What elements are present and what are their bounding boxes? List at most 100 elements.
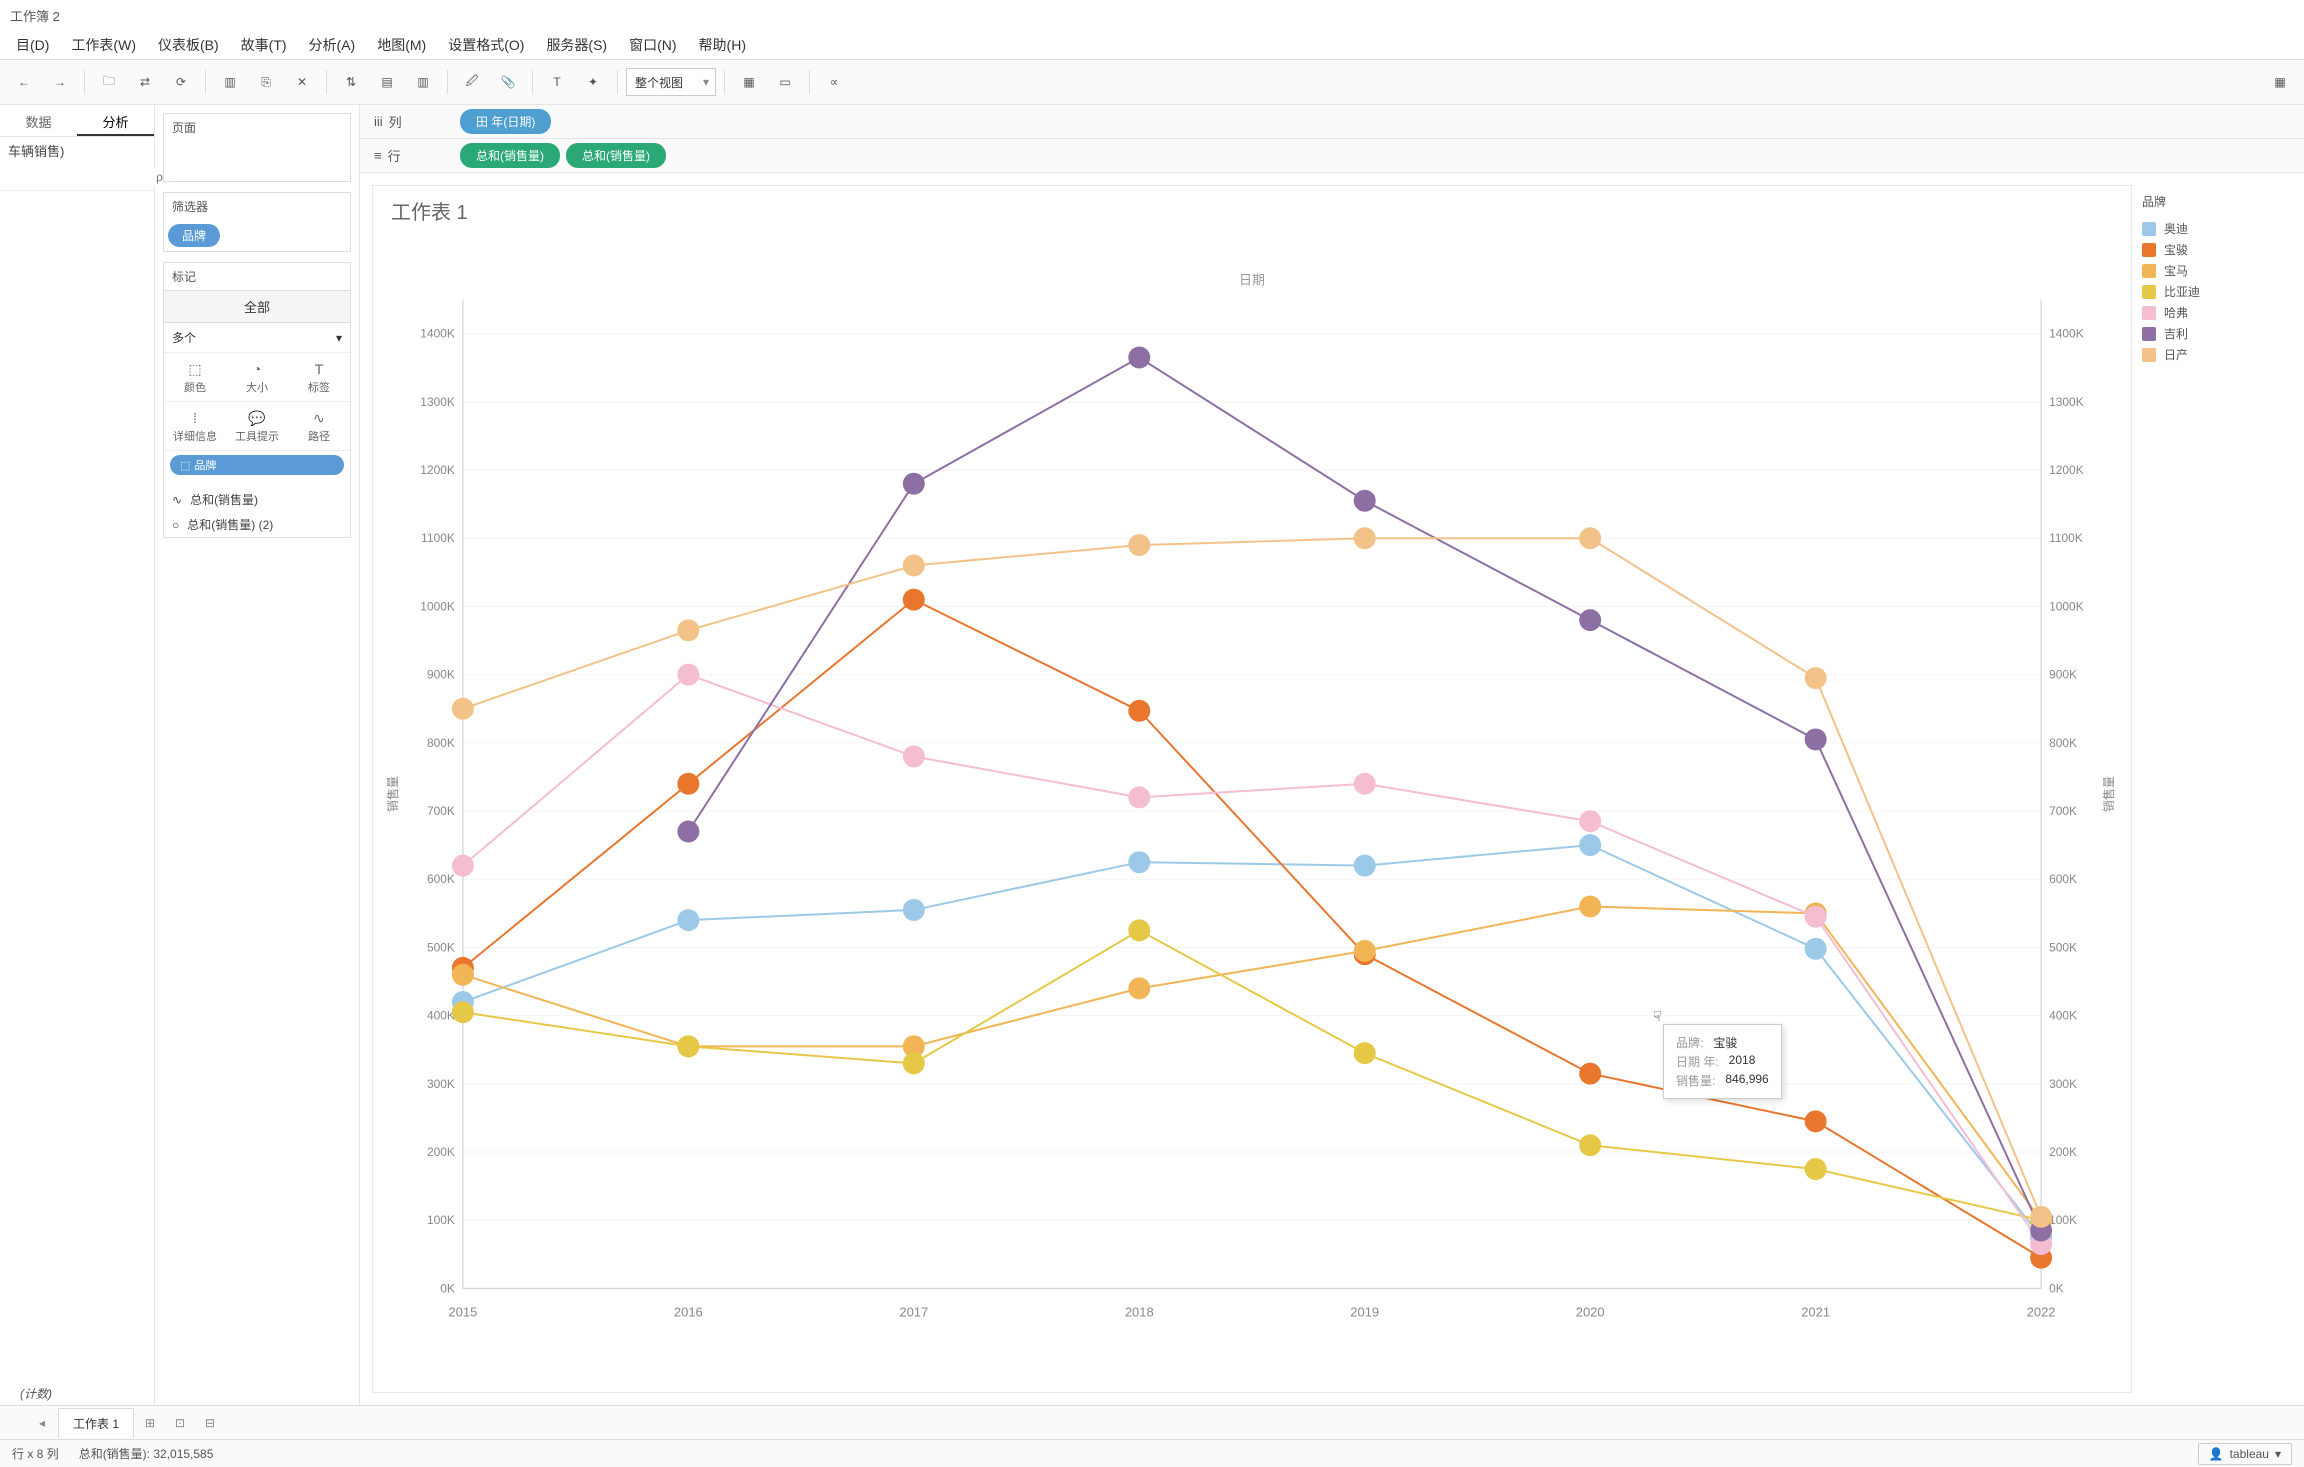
marks-all[interactable]: 全部: [164, 290, 350, 323]
group-button[interactable]: 📎: [492, 66, 524, 98]
tab-analysis[interactable]: 分析: [77, 105, 154, 136]
columns-pill-year[interactable]: 田 年(日期): [460, 109, 551, 134]
marks-size[interactable]: ◔大小: [226, 353, 288, 402]
share-button[interactable]: ∝: [818, 66, 850, 98]
new-dashboard-button[interactable]: ⊡: [166, 1410, 194, 1436]
legend-item[interactable]: 比亚迪: [2142, 281, 2282, 302]
status-rows: 行 x 8 列: [12, 1445, 59, 1462]
svg-text:1300K: 1300K: [420, 395, 455, 409]
save-button[interactable]: 🗀: [93, 66, 125, 98]
rows-shelf[interactable]: ≡行 总和(销售量) 总和(销售量): [360, 139, 2304, 173]
highlight-button[interactable]: 🖉: [456, 66, 488, 98]
marks-label[interactable]: T标签: [288, 353, 350, 402]
marks-card: 标记 全部 多个▾ ⬚颜色 ◔大小 T标签 ⁞详细信息 💬工具提示 ∿路径 ⬚品…: [163, 262, 351, 538]
filter-pill-brand[interactable]: 品牌: [168, 224, 220, 247]
svg-text:900K: 900K: [427, 668, 455, 682]
show-me-panel-button[interactable]: ▦: [2264, 66, 2296, 98]
svg-text:200K: 200K: [427, 1145, 455, 1159]
search-input[interactable]: [6, 168, 165, 186]
new-sheet-button[interactable]: ▥: [214, 66, 246, 98]
swap-button[interactable]: ⇅: [335, 66, 367, 98]
new-worksheet-button[interactable]: ⊞: [136, 1410, 164, 1436]
svg-text:600K: 600K: [427, 872, 455, 886]
marks-tooltip[interactable]: 💬工具提示: [226, 402, 288, 451]
menu-item[interactable]: 工作表(W): [61, 31, 146, 59]
svg-text:1100K: 1100K: [421, 531, 455, 545]
svg-text:2018: 2018: [1125, 1304, 1154, 1319]
legend-item[interactable]: 宝骏: [2142, 239, 2282, 260]
svg-text:0K: 0K: [2049, 1281, 2064, 1295]
sheet-tabs-bar: ◂ 工作表 1 ⊞ ⊡ ⊟: [0, 1405, 2304, 1439]
sort-asc-button[interactable]: ▤: [371, 66, 403, 98]
svg-text:400K: 400K: [2049, 1009, 2077, 1023]
marks-type-select[interactable]: 多个▾: [164, 323, 350, 353]
svg-text:0K: 0K: [440, 1281, 455, 1295]
data-source-name[interactable]: 车辆销售): [0, 137, 154, 164]
back-button[interactable]: ←: [8, 66, 40, 98]
menu-item[interactable]: 窗口(N): [619, 31, 686, 59]
rows-pill-1[interactable]: 总和(销售量): [460, 143, 560, 168]
dashboard-button[interactable]: ▭: [769, 66, 801, 98]
show-me-button[interactable]: ▦: [733, 66, 765, 98]
menu-item[interactable]: 仪表板(B): [148, 31, 229, 59]
svg-text:2021: 2021: [1801, 1304, 1830, 1319]
svg-text:700K: 700K: [427, 804, 455, 818]
legend-item[interactable]: 宝马: [2142, 260, 2282, 281]
menu-item[interactable]: 地图(M): [367, 31, 436, 59]
text-button[interactable]: T: [541, 66, 573, 98]
svg-text:1400K: 1400K: [2049, 327, 2084, 341]
svg-text:500K: 500K: [2049, 940, 2077, 954]
new-story-button[interactable]: ⊟: [196, 1410, 224, 1436]
marks-pill-brand[interactable]: ⬚品牌: [170, 455, 344, 475]
legend-item[interactable]: 日产: [2142, 344, 2282, 365]
user-menu[interactable]: 👤 tableau ▾: [2198, 1443, 2292, 1465]
legend-item[interactable]: 哈弗: [2142, 302, 2282, 323]
svg-text:日期: 日期: [1239, 273, 1265, 288]
sheet-title[interactable]: 工作表 1: [391, 196, 468, 225]
marks-detail[interactable]: ⁞详细信息: [164, 402, 226, 451]
svg-text:300K: 300K: [427, 1077, 455, 1091]
svg-text:1200K: 1200K: [2049, 463, 2084, 477]
sort-desc-button[interactable]: ▥: [407, 66, 439, 98]
duplicate-button[interactable]: ⎘: [250, 66, 282, 98]
menu-item[interactable]: 目(D): [6, 31, 59, 59]
format-button[interactable]: ✦: [577, 66, 609, 98]
window-title: 工作簿 2: [10, 6, 60, 25]
menu-item[interactable]: 故事(T): [231, 31, 297, 59]
user-icon: 👤: [2209, 1447, 2224, 1461]
svg-text:2017: 2017: [899, 1304, 928, 1319]
marks-agg1[interactable]: ∿总和(销售量): [164, 487, 350, 512]
marks-path[interactable]: ∿路径: [288, 402, 350, 451]
svg-text:900K: 900K: [2049, 668, 2077, 682]
chart-region[interactable]: 工作表 1 日期0K0K100K100K200K200K300K300K400K…: [372, 185, 2132, 1393]
rows-pill-2[interactable]: 总和(销售量): [566, 143, 666, 168]
menu-item[interactable]: 帮助(H): [689, 31, 756, 59]
svg-text:1000K: 1000K: [2049, 599, 2084, 613]
menu-item[interactable]: 设置格式(O): [438, 31, 534, 59]
data-pane: 数据 分析 车辆销售) ▽ ≡ ▾ (计数): [0, 105, 155, 1405]
columns-shelf[interactable]: iii列 田 年(日期): [360, 105, 2304, 139]
new-data-button[interactable]: ⇄: [129, 66, 161, 98]
svg-text:1300K: 1300K: [2049, 395, 2084, 409]
sheet-tab-1[interactable]: 工作表 1: [58, 1408, 134, 1438]
marks-agg2[interactable]: ○总和(销售量) (2): [164, 512, 350, 537]
sheet-nav-left[interactable]: ◂: [28, 1410, 56, 1436]
tab-data[interactable]: 数据: [0, 105, 77, 136]
count-field[interactable]: (计数): [0, 1382, 154, 1405]
status-sum: 总和(销售量): 32,015,585: [79, 1445, 214, 1462]
svg-text:1400K: 1400K: [420, 327, 455, 341]
menu-item[interactable]: 服务器(S): [536, 31, 617, 59]
svg-text:2020: 2020: [1576, 1304, 1605, 1319]
svg-text:2016: 2016: [674, 1304, 703, 1319]
menu-item[interactable]: 分析(A): [299, 31, 366, 59]
marks-color[interactable]: ⬚颜色: [164, 353, 226, 402]
view-mode-select[interactable]: 整个视图: [626, 68, 716, 96]
legend-item[interactable]: 吉利: [2142, 323, 2282, 344]
legend-item[interactable]: 奥迪: [2142, 218, 2282, 239]
status-bar: 行 x 8 列 总和(销售量): 32,015,585 👤 tableau ▾: [0, 1439, 2304, 1467]
svg-text:100K: 100K: [2049, 1213, 2077, 1227]
clear-button[interactable]: ✕: [286, 66, 318, 98]
pages-card: 页面: [163, 113, 351, 182]
forward-button[interactable]: →: [44, 66, 76, 98]
refresh-button[interactable]: ⟳: [165, 66, 197, 98]
